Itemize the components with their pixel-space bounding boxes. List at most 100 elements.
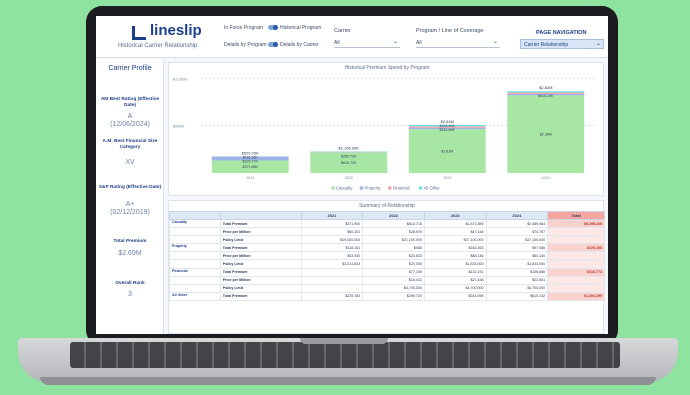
value-cell: $27,438	[423, 275, 487, 285]
value-cell: $610,716	[362, 218, 425, 229]
value-cell: $371,900	[300, 218, 364, 229]
segment-label: $610.72K	[341, 161, 357, 165]
category-cell: All Other	[169, 291, 221, 301]
program-label: Program / Line of Coverage	[416, 28, 484, 34]
metric-cell: Policy Limit	[219, 259, 302, 269]
table-header-cell: 2022	[362, 211, 425, 220]
bar-total-label: $2.82M	[539, 85, 552, 90]
logo-text: lineslip	[150, 22, 202, 39]
value-cell: $20,000	[362, 259, 425, 269]
value-cell: $106,686	[485, 267, 549, 277]
overall-rank-label: Overall Rank	[115, 281, 145, 286]
toggle-label-by-program: Details by Program	[224, 42, 267, 48]
overall-rank-value: 3	[128, 291, 132, 298]
page-navigation-dropdown[interactable]: Carrier Relationship ⌄	[520, 39, 604, 49]
metric-cell: Price per Million	[219, 251, 302, 261]
am-best-rating-value: A	[127, 113, 133, 120]
x-tick-label: 2023	[443, 176, 451, 180]
table-header-cell	[169, 211, 221, 220]
bar-total-label: $1,196.90K	[339, 145, 360, 150]
sp-rating-label: S&P Rating (Effective Date)	[98, 185, 162, 190]
value-cell: $47,448	[423, 227, 487, 237]
value-cell	[300, 275, 364, 285]
table-row: Policy Limit $19,000,000 $21,100,000 $37,10…	[169, 235, 605, 245]
table-title: Summary of Relationship	[359, 203, 415, 209]
carrier-profile-sidebar: Carrier Profile AM Best Rating (Effectiv…	[96, 59, 164, 334]
page-navigation-value: Carrier Relationship	[524, 42, 569, 48]
value-cell	[300, 283, 364, 293]
value-cell: $37,100,000	[423, 235, 487, 245]
metric-cell: Total Premium	[219, 243, 302, 253]
value-cell: $77,159	[362, 267, 425, 277]
total-premium-label: Total Premium	[113, 239, 147, 244]
summary-table-panel: Summary of Relationship 2021 2022 2023 2024…	[168, 200, 605, 334]
program-dropdown[interactable]: All ⌄	[416, 37, 500, 48]
metric-cell: Total Premium	[219, 267, 302, 277]
financial-size-value: XV	[125, 159, 135, 166]
legend-label: All Other	[424, 186, 441, 191]
toggle-label-historical: Historical Program	[280, 25, 322, 31]
value-cell: $1,833,000	[485, 259, 549, 269]
value-cell: $132,151	[423, 267, 487, 277]
metric-cell: Policy Limit	[219, 283, 302, 293]
category-cell	[169, 251, 221, 261]
value-cell: $162,463	[423, 243, 487, 253]
summary-table: 2021 2022 2023 2024 Total Casualty Total Premi…	[169, 211, 605, 301]
am-best-rating-label: AM Best Rating (Effective Date)	[100, 97, 160, 108]
segment-label: $344.69K	[440, 128, 456, 132]
value-cell: $53,930	[300, 251, 364, 261]
premium-stacked-bar-chart: $1,000K$500K$520.25K$371.86K$118.16K$229…	[173, 76, 595, 191]
program-value: All	[416, 40, 422, 46]
table-row: Policy Limit $2,214,833 $20,000 $1,833,000 $…	[169, 259, 605, 269]
value-cell: $19,000,000	[300, 235, 364, 245]
chevron-down-icon: ⌄	[492, 39, 498, 45]
value-cell: $615,142	[485, 291, 549, 301]
value-cell: $23,833	[362, 251, 425, 261]
value-cell: $4,700,000	[362, 283, 425, 293]
value-cell: $74,767	[485, 227, 549, 237]
table-header-cell: 2024	[485, 211, 549, 220]
x-tick-label: 2022	[345, 176, 353, 180]
category-cell: Casualty	[169, 218, 221, 229]
table-row: Financial Total Premium $77,159 $132,151 $10…	[169, 267, 605, 277]
value-cell: $4,700,000	[485, 283, 549, 293]
metric-cell: Policy Limit	[219, 235, 302, 245]
segment-label: $371.86K	[243, 165, 259, 169]
value-cell: $229,783	[300, 291, 364, 301]
value-cell: $1,871,859	[423, 218, 487, 229]
value-cell: $37,100,000	[485, 235, 549, 245]
value-cell: $22,661	[485, 275, 549, 285]
segment-label: $229.77K	[243, 159, 259, 163]
details-toggle[interactable]	[268, 42, 278, 47]
table-header-cell	[219, 211, 302, 220]
carrier-label: Carrier	[334, 28, 351, 34]
total-cell	[547, 275, 605, 285]
toggle-label-in-force: In Force Program	[224, 25, 263, 31]
total-cell	[547, 259, 605, 269]
legend-swatch	[388, 186, 392, 190]
value-cell: $88,146	[423, 251, 487, 261]
table-row: Price per Million $53,930 $23,833 $88,146 $5…	[169, 251, 605, 261]
carrier-dropdown[interactable]: All ⌄	[334, 37, 400, 48]
metric-cell: Total Premium	[219, 291, 302, 301]
segment-label: $2.38M	[540, 133, 552, 137]
metric-cell: Price per Million	[219, 227, 302, 237]
program-toggle[interactable]	[268, 25, 278, 30]
category-cell	[169, 227, 221, 237]
total-cell	[547, 235, 605, 245]
table-header-cell: Total	[547, 211, 605, 220]
value-cell: $1,833,000	[423, 259, 487, 269]
segment-label: $259.72K	[341, 154, 357, 158]
metric-cell: Total Premium	[219, 218, 302, 229]
metric-cell: Price per Million	[219, 275, 302, 285]
value-cell: $2,489,464	[485, 218, 549, 229]
category-cell: Financial	[169, 267, 221, 277]
chevron-down-icon: ⌄	[392, 39, 398, 45]
sp-rating-value: A+	[125, 201, 135, 208]
value-cell: $344,695	[423, 291, 487, 301]
value-cell: $118,161	[300, 243, 364, 253]
value-cell: $28,976	[362, 227, 425, 237]
table-header-cell: 2021	[300, 211, 364, 220]
x-tick-label: 2024	[542, 176, 550, 180]
laptop-hinge	[300, 338, 388, 344]
